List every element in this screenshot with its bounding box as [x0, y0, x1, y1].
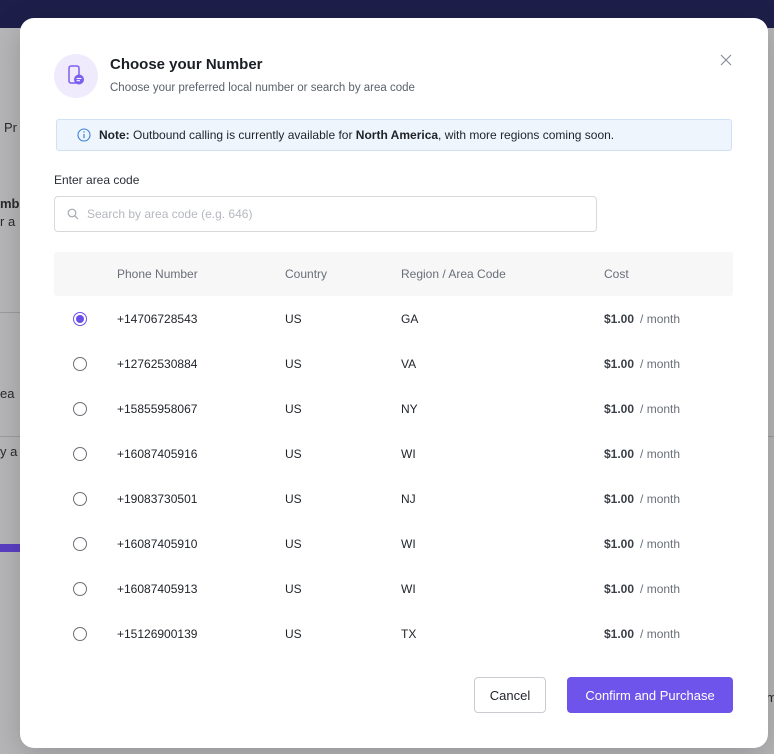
background-text-fragment: r a [0, 214, 16, 229]
header-phone-number: Phone Number [117, 267, 198, 281]
cost-amount: $1.00 [604, 626, 635, 641]
region-cell: WI [401, 446, 416, 461]
header-country: Country [285, 267, 328, 281]
cost-amount: $1.00 [604, 581, 635, 596]
background-text-fragment: ea [0, 386, 15, 401]
country-cell: US [285, 626, 302, 641]
table-row[interactable]: +14706728543 US GA $1.00 / month [54, 296, 733, 341]
close-icon [720, 54, 732, 66]
cost-period: / month [640, 446, 681, 461]
phone-number-cell: +16087405916 [117, 446, 198, 461]
cost-amount: $1.00 [604, 401, 635, 416]
country-cell: US [285, 491, 302, 506]
number-radio[interactable] [73, 311, 87, 326]
note-text: Outbound calling is currently available … [129, 128, 356, 142]
search-icon [67, 208, 79, 220]
cost-amount: $1.00 [604, 356, 635, 371]
region-cell: WI [401, 581, 416, 596]
choose-number-modal: Choose your Number Choose your preferred… [20, 18, 768, 748]
cancel-button[interactable]: Cancel [474, 677, 546, 713]
cost-period: / month [640, 311, 681, 326]
country-cell: US [285, 446, 302, 461]
region-cell: VA [401, 356, 417, 371]
country-cell: US [285, 356, 302, 371]
phone-message-icon [54, 54, 98, 98]
cost-period: / month [640, 356, 681, 371]
info-icon [77, 128, 91, 142]
phone-number-cell: +15126900139 [117, 626, 198, 641]
cost-amount: $1.00 [604, 491, 635, 506]
note-text-end: , with more regions coming soon. [438, 128, 615, 142]
cost-period: / month [640, 401, 681, 416]
note-label: Note: [99, 128, 130, 142]
phone-number-cell: +16087405910 [117, 536, 198, 551]
cost-cell: $1.00 / month [604, 537, 733, 551]
table-row[interactable]: +19083730501 US NJ $1.00 / month [54, 476, 733, 521]
cost-cell: $1.00 / month [604, 627, 733, 641]
number-radio[interactable] [73, 491, 87, 506]
region-cell: TX [401, 626, 417, 641]
country-cell: US [285, 401, 302, 416]
phone-number-cell: +12762530884 [117, 356, 198, 371]
cost-cell: $1.00 / month [604, 582, 733, 596]
table-header: Phone Number Country Region / Area Code … [54, 252, 733, 296]
modal-title: Choose your Number [110, 56, 263, 73]
background-text-fragment: Pr [4, 120, 17, 135]
note-region: North America [355, 128, 439, 142]
country-cell: US [285, 581, 302, 596]
background-divider [0, 436, 20, 437]
phone-number-cell: +15855958067 [117, 401, 198, 416]
close-button[interactable] [718, 52, 734, 68]
table-body: +14706728543 US GA $1.00/ month +12762530884… [54, 296, 733, 656]
cost-period: / month [640, 491, 681, 506]
background-divider [0, 312, 20, 313]
number-radio[interactable] [73, 626, 87, 641]
background-divider [768, 436, 774, 437]
phone-number-table: Phone Number Country Region / Area Code … [54, 252, 733, 656]
country-cell: US [285, 311, 302, 326]
phone-number-cell: +16087405913 [117, 581, 198, 596]
modal-subtitle: Choose your preferred local number or se… [110, 82, 415, 94]
cost-cell: $1.00 / month [604, 402, 733, 416]
table-row[interactable]: +16087405916 US WI $1.00 / month [54, 431, 733, 476]
number-radio[interactable] [73, 536, 87, 551]
cost-amount: $1.00 [604, 311, 635, 326]
table-row[interactable]: +12762530884 US VA $1.00 / month [54, 341, 733, 386]
table-row[interactable]: +15126900139 US TX $1.00 / month [54, 611, 733, 656]
cost-amount: $1.00 [604, 536, 635, 551]
phone-number-cell: +14706728543 [117, 311, 198, 326]
region-cell: NY [401, 401, 418, 416]
cost-cell: $1.00 / month [604, 492, 733, 506]
table-row[interactable]: +16087405910 US WI $1.00 / month [54, 521, 733, 566]
area-code-search-input[interactable] [87, 207, 587, 221]
country-cell: US [285, 536, 302, 551]
phone-number-cell: +19083730501 [117, 491, 198, 506]
background-text-fragment: mb [0, 196, 20, 211]
number-radio[interactable] [73, 581, 87, 596]
search-field[interactable] [54, 196, 597, 232]
cost-period: / month [640, 626, 681, 641]
header-cost: Cost [604, 267, 629, 281]
cost-period: / month [640, 581, 681, 596]
cost-cell: $1.00 / month [604, 312, 733, 326]
number-radio[interactable] [73, 401, 87, 416]
region-cell: GA [401, 311, 419, 326]
background-accent-bar [0, 544, 22, 552]
background-text-fragment: y a [0, 444, 18, 459]
cost-period: / month [640, 536, 681, 551]
number-radio[interactable] [73, 446, 87, 461]
region-cell: WI [401, 536, 416, 551]
confirm-purchase-button[interactable]: Confirm and Purchase [567, 677, 733, 713]
cost-amount: $1.00 [604, 446, 635, 461]
cost-cell: $1.00 / month [604, 447, 733, 461]
table-row[interactable]: +15855958067 US NY $1.00 / month [54, 386, 733, 431]
region-cell: NJ [401, 491, 416, 506]
cost-cell: $1.00 / month [604, 357, 733, 371]
header-region: Region / Area Code [401, 267, 506, 281]
number-radio[interactable] [73, 356, 87, 371]
table-row[interactable]: +16087405913 US WI $1.00 / month [54, 566, 733, 611]
availability-note: Note: Outbound calling is currently avai… [56, 119, 732, 151]
area-code-label: Enter area code [54, 173, 140, 187]
